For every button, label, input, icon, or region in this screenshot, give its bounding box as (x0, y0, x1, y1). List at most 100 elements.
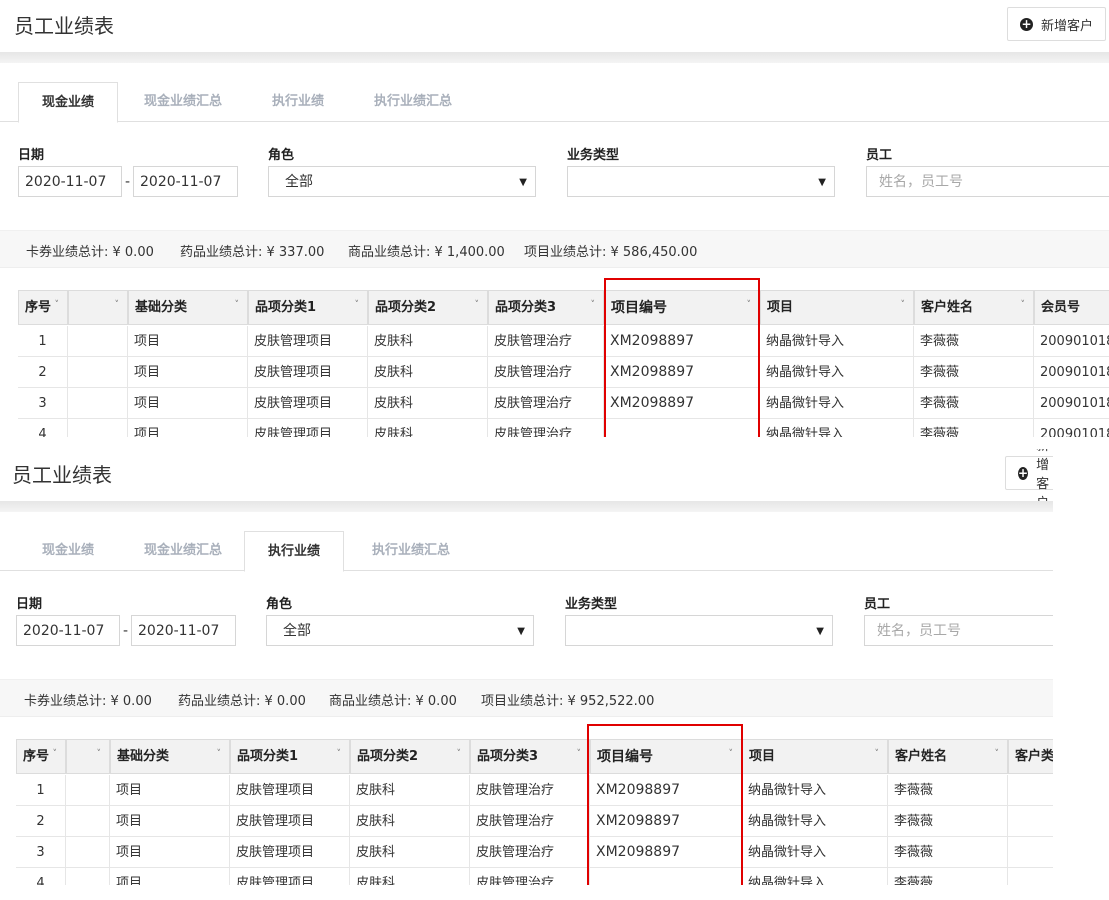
cell-col-blank (66, 837, 110, 868)
business-type-select[interactable]: ▼ (565, 615, 833, 646)
cell-col-category-1: 皮肤管理项目 (230, 775, 350, 806)
sort-chevron-icon[interactable]: ˅ (1021, 291, 1026, 322)
summary-project-total: 项目业绩总计: ¥ 586,450.00 (524, 245, 698, 260)
header-label: 基础分类 (135, 300, 188, 315)
cell-col-index: 1 (16, 775, 66, 806)
sort-chevron-icon[interactable]: ˅ (337, 740, 342, 771)
header-col-project-code[interactable]: 项目编号 ˅ (590, 739, 742, 774)
staff-search-input[interactable]: 姓名，员工号 (864, 615, 1053, 646)
date-separator: - (125, 174, 131, 190)
report-panel-cash: 员工业绩表 + 新增客户 现金业绩 现金业绩汇总 执行业绩 执行业绩汇总 日期 … (0, 0, 1109, 437)
header-col-index[interactable]: 序号 ˅ (16, 739, 66, 774)
header-col-category-2[interactable]: 品项分类2 ˅ (368, 290, 488, 325)
staff-label: 员工 (864, 597, 891, 612)
cell-col-category-3: 皮肤管理治疗 (470, 837, 590, 868)
tab-execution-performance[interactable]: 执行业绩 (258, 82, 338, 121)
cell-col-last: 2009010188 (1034, 419, 1109, 437)
caret-down-icon: ▼ (517, 626, 525, 637)
role-select[interactable]: 全部 ▼ (268, 166, 536, 197)
cell-col-customer-name: 李薇薇 (914, 419, 1034, 437)
role-select[interactable]: 全部 ▼ (266, 615, 534, 646)
cell-col-customer-name: 李薇薇 (888, 837, 1008, 868)
tab-cash-summary[interactable]: 现金业绩汇总 (128, 82, 238, 121)
header-col-blank[interactable]: ˅ (68, 290, 128, 325)
header-col-base-category[interactable]: 基础分类 ˅ (128, 290, 248, 325)
sort-chevron-icon[interactable]: ˅ (875, 740, 880, 771)
sort-chevron-icon[interactable]: ˅ (577, 740, 582, 771)
header-col-base-category[interactable]: 基础分类 ˅ (110, 739, 230, 774)
sort-chevron-icon[interactable]: ˅ (457, 740, 462, 771)
header-col-project[interactable]: 项目 ˅ (742, 739, 888, 774)
header-col-customer-name[interactable]: 客户姓名 ˅ (914, 290, 1034, 325)
business-type-select[interactable]: ▼ (567, 166, 835, 197)
header-label: 序号 (25, 300, 52, 315)
tabs-divider (0, 121, 1109, 122)
sort-chevron-icon[interactable]: ˅ (729, 740, 734, 771)
cell-col-category-2: 皮肤科 (350, 868, 470, 885)
sort-chevron-icon[interactable]: ˅ (995, 740, 1000, 771)
header-col-category-2[interactable]: 品项分类2 ˅ (350, 739, 470, 774)
cell-col-project-code: XM2098897 (590, 837, 742, 868)
cell-col-project: 纳晶微针导入 (760, 388, 914, 419)
sort-chevron-icon[interactable]: ˅ (217, 740, 222, 771)
add-customer-button[interactable]: + 新增客户 (1005, 449, 1053, 511)
tab-execution-performance[interactable]: 执行业绩 (244, 531, 344, 572)
tab-execution-summary[interactable]: 执行业绩汇总 (358, 82, 468, 121)
sort-chevron-icon[interactable]: ˅ (901, 291, 906, 322)
date-from-input[interactable]: 2020-11-07 (16, 615, 120, 646)
tab-cash-summary[interactable]: 现金业绩汇总 (128, 531, 238, 570)
cell-col-category-3: 皮肤管理治疗 (470, 775, 590, 806)
sort-chevron-icon[interactable]: ˅ (591, 291, 596, 322)
staff-search-input[interactable]: 姓名，员工号 (866, 166, 1109, 197)
date-from-input[interactable]: 2020-11-07 (18, 166, 122, 197)
header-col-index[interactable]: 序号 ˅ (18, 290, 68, 325)
business-type-label: 业务类型 (565, 597, 618, 612)
summary-project-total: 项目业绩总计: ¥ 952,522.00 (481, 694, 655, 709)
header-col-project-code[interactable]: 项目编号 ˅ (604, 290, 760, 325)
sort-chevron-icon[interactable]: ˅ (235, 291, 240, 322)
add-customer-button[interactable]: + 新增客户 (1007, 7, 1107, 41)
cell-col-blank (68, 388, 128, 419)
sort-chevron-icon[interactable]: ˅ (115, 291, 120, 322)
role-label: 角色 (266, 597, 293, 612)
cell-col-category-3: 皮肤管理治疗 (488, 326, 604, 357)
header-col-customer-name[interactable]: 客户姓名 ˅ (888, 739, 1008, 774)
caret-down-icon: ▼ (816, 626, 824, 637)
sort-chevron-icon[interactable]: ˅ (97, 740, 102, 771)
header-col-blank[interactable]: ˅ (66, 739, 110, 774)
header-col-project[interactable]: 项目 ˅ (760, 290, 914, 325)
cell-col-project-code: XM2098897 (590, 775, 742, 806)
cell-col-category-1: 皮肤管理项目 (230, 837, 350, 868)
summary-bar: 卡券业绩总计: ¥ 0.00 药品业绩总计: ¥ 337.00 商品业绩总计: … (0, 230, 1109, 268)
cell-col-category-2: 皮肤科 (350, 806, 470, 837)
header-col-category-1[interactable]: 品项分类1 ˅ (248, 290, 368, 325)
cell-col-index: 4 (18, 419, 68, 437)
sort-chevron-icon[interactable]: ˅ (747, 291, 752, 322)
sort-chevron-icon[interactable]: ˅ (355, 291, 360, 322)
tab-cash-performance[interactable]: 现金业绩 (18, 82, 118, 123)
header-col-last[interactable]: 客户类型˅ (1008, 739, 1053, 774)
cell-col-customer-name: 李薇薇 (914, 388, 1034, 419)
cell-col-category-1: 皮肤管理项目 (248, 326, 368, 357)
sort-chevron-icon[interactable]: ˅ (53, 740, 58, 771)
tab-execution-summary[interactable]: 执行业绩汇总 (356, 531, 466, 570)
sort-chevron-icon[interactable]: ˅ (475, 291, 480, 322)
plus-circle-icon: + (1018, 465, 1029, 480)
header-col-last[interactable]: 会员号˅ (1034, 290, 1109, 325)
tab-cash-performance[interactable]: 现金业绩 (16, 531, 120, 570)
header-label: 序号 (23, 749, 50, 764)
date-to-input[interactable]: 2020-11-07 (131, 615, 236, 646)
header-label: 品项分类2 (375, 300, 437, 315)
sort-chevron-icon[interactable]: ˅ (55, 291, 60, 322)
header-col-category-3[interactable]: 品项分类3 ˅ (488, 290, 604, 325)
staff-search-placeholder: 姓名，员工号 (877, 623, 961, 639)
date-label: 日期 (18, 148, 45, 163)
date-to-input[interactable]: 2020-11-07 (133, 166, 238, 197)
header-col-category-3[interactable]: 品项分类3 ˅ (470, 739, 590, 774)
role-select-value: 全部 (283, 623, 311, 639)
cell-col-category-1: 皮肤管理项目 (230, 806, 350, 837)
summary-card-total: 卡券业绩总计: ¥ 0.00 (24, 694, 152, 709)
header-col-category-1[interactable]: 品项分类1 ˅ (230, 739, 350, 774)
cell-col-project-code: XM2098897 (604, 326, 760, 357)
cell-col-last (1008, 837, 1053, 868)
